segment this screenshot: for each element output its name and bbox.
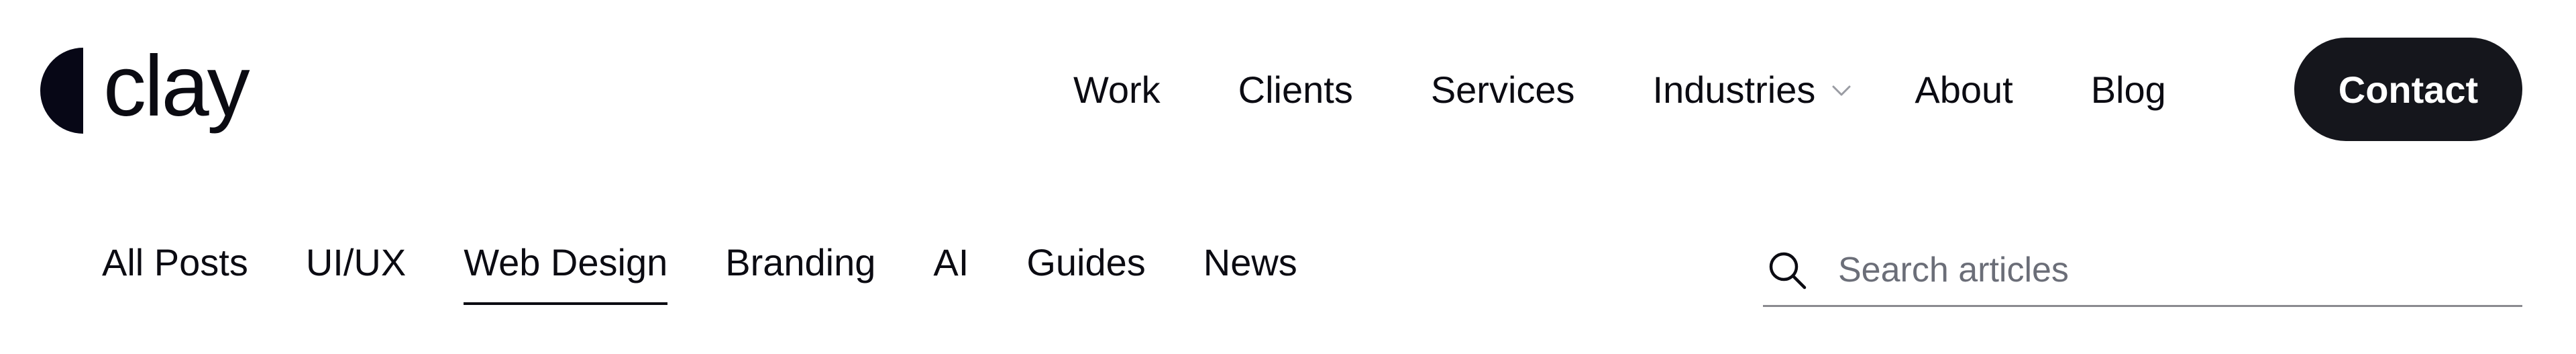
tab-all-posts[interactable]: All Posts bbox=[102, 242, 248, 305]
page: clay Work Clients Services Industries Ab… bbox=[0, 0, 2576, 354]
tab-news[interactable]: News bbox=[1203, 242, 1297, 305]
tab-guides[interactable]: Guides bbox=[1026, 242, 1145, 305]
category-tabs: All Posts UI/UX Web Design Branding AI G… bbox=[102, 242, 1355, 305]
main-nav: Work Clients Services Industries About B… bbox=[1073, 38, 2244, 141]
search-icon[interactable] bbox=[1766, 249, 1809, 292]
nav-item-about[interactable]: About bbox=[1915, 68, 2012, 112]
brand-name: clay bbox=[103, 38, 250, 134]
nav-item-industries-label: Industries bbox=[1652, 68, 1816, 111]
tab-web-design[interactable]: Web Design bbox=[464, 242, 668, 305]
chevron-down-icon bbox=[1832, 85, 1851, 96]
tab-branding[interactable]: Branding bbox=[725, 242, 875, 305]
nav-item-clients[interactable]: Clients bbox=[1238, 68, 1353, 112]
clay-logo-icon bbox=[40, 48, 83, 134]
tab-ui-ux[interactable]: UI/UX bbox=[306, 242, 406, 305]
search-bar bbox=[1763, 235, 2522, 307]
nav-item-services[interactable]: Services bbox=[1431, 68, 1575, 112]
clay-logo-link[interactable]: clay bbox=[40, 38, 250, 134]
nav-item-work[interactable]: Work bbox=[1073, 68, 1161, 112]
search-input[interactable] bbox=[1838, 250, 2496, 290]
nav-item-blog[interactable]: Blog bbox=[2091, 68, 2166, 112]
contact-button[interactable]: Contact bbox=[2294, 38, 2522, 141]
nav-item-industries[interactable]: Industries bbox=[1653, 68, 1855, 112]
tab-ai[interactable]: AI bbox=[933, 242, 969, 305]
